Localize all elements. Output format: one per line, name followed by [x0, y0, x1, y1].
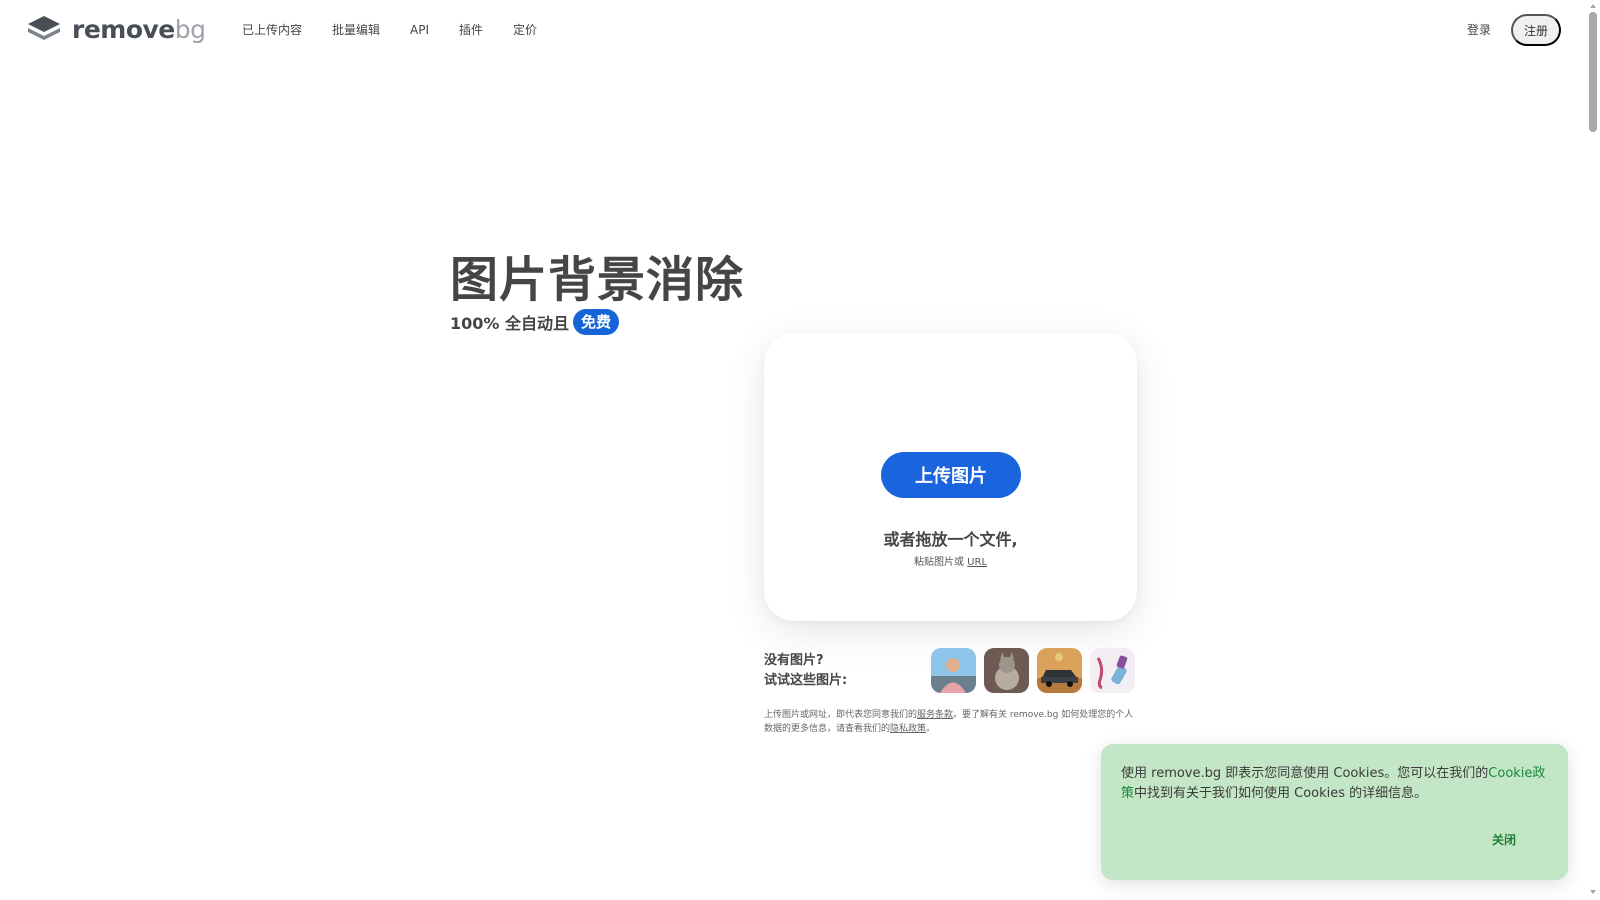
signup-button[interactable]: 注册: [1511, 14, 1561, 46]
hero-subtitle: 100% 全自动且 免费: [450, 309, 620, 335]
login-link[interactable]: 登录: [1467, 20, 1491, 40]
samples-label: 没有图片? 试试这些图片:: [764, 651, 847, 691]
logo-mark-icon: [28, 16, 60, 40]
cat-sample-icon[interactable]: [984, 648, 1029, 693]
legal-text-1: 上传图片或网址，即代表您同意我们的: [764, 710, 918, 720]
samples-label-line2: 试试这些图片:: [764, 673, 848, 688]
cookie-text-after: 中找到有关于我们如何使用 Cookies 的详细信息。: [1134, 786, 1428, 801]
cookie-text: 使用 remove.bg 即表示您同意使用 Cookies。您可以在我们的Coo…: [1121, 764, 1551, 804]
samples-label-line1: 没有图片?: [764, 653, 824, 668]
scroll-down-icon[interactable]: [1590, 890, 1596, 894]
paste-hint: 粘贴图片或 URL: [764, 553, 1137, 568]
legal-notice: 上传图片或网址，即代表您同意我们的服务条款。要了解有关 remove.bg 如何…: [764, 708, 1134, 736]
cookie-close-button[interactable]: 关闭: [1492, 831, 1516, 848]
cookie-banner: 使用 remove.bg 即表示您同意使用 Cookies。您可以在我们的Coo…: [1101, 744, 1568, 880]
scroll-thumb[interactable]: [1589, 12, 1597, 132]
main-nav: 已上传内容 批量编辑 API 插件 定价: [242, 20, 567, 40]
site-header: removebg 已上传内容 批量编辑 API 插件 定价 登录 注册: [0, 0, 1584, 60]
nav-plugins[interactable]: 插件: [459, 20, 483, 40]
nav-bulk-edit[interactable]: 批量编辑: [332, 20, 380, 40]
paste-hint-text: 粘贴图片或: [913, 557, 968, 568]
page-scrollbar[interactable]: [1586, 0, 1600, 900]
upload-dropzone[interactable]: 上传图片 或者拖放一个文件, 粘贴图片或 URL: [764, 333, 1137, 621]
drop-file-text: 或者拖放一个文件,: [883, 530, 1018, 549]
cookie-text-before: 使用 remove.bg 即表示您同意使用 Cookies。您可以在我们的: [1121, 766, 1489, 781]
scroll-up-icon[interactable]: [1590, 4, 1596, 8]
logo-text: removebg: [72, 14, 206, 44]
nav-pricing[interactable]: 定价: [513, 20, 537, 40]
privacy-link[interactable]: 隐私政策: [890, 724, 926, 734]
legal-text-3: 。: [926, 724, 936, 734]
hero-subtitle-text: 100% 全自动且: [450, 314, 570, 333]
person-sample-icon[interactable]: [931, 648, 976, 693]
terms-link[interactable]: 服务条款: [917, 710, 953, 720]
paste-url-link[interactable]: URL: [967, 557, 987, 568]
product-sample-icon[interactable]: [1090, 648, 1135, 693]
sample-images: [931, 648, 1135, 693]
free-badge: 免费: [573, 309, 620, 335]
nav-api[interactable]: API: [410, 20, 429, 40]
upload-image-button[interactable]: 上传图片: [881, 452, 1021, 498]
removebg-logo[interactable]: removebg: [26, 14, 206, 44]
nav-uploads[interactable]: 已上传内容: [242, 20, 302, 40]
car-sample-icon[interactable]: [1037, 648, 1082, 693]
page-title: 图片背景消除: [450, 252, 745, 308]
